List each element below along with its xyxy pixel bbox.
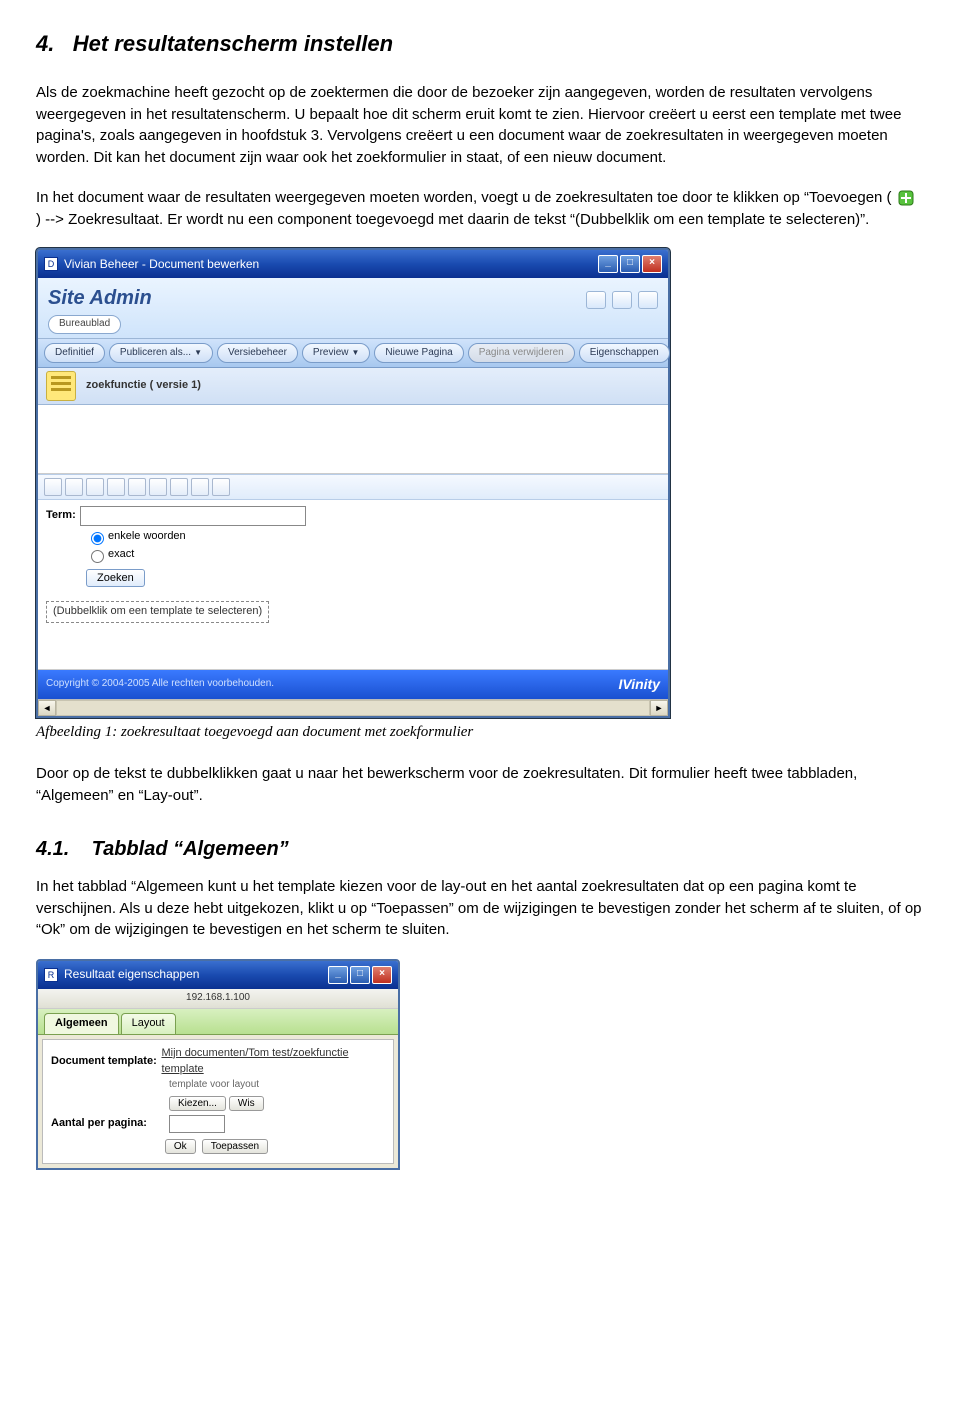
win2-maximize-button[interactable]: □ xyxy=(350,966,370,984)
pagina-verwijderen-button[interactable]: Pagina verwijderen xyxy=(468,343,575,364)
window2-title: Resultaat eigenschappen xyxy=(64,966,199,983)
doc-template-sub: template voor layout xyxy=(169,1078,385,1093)
radio-enkele-label: enkele woorden xyxy=(108,529,186,545)
user-icon[interactable] xyxy=(586,291,606,309)
search-form: Term: enkele woorden exact Zoeken (Dubbe… xyxy=(38,500,668,633)
rte-moveup-icon[interactable] xyxy=(128,478,146,496)
doc-template-label: Document template: xyxy=(51,1054,161,1070)
main-toolbar: Definitief Publiceren als...▼ Versiebehe… xyxy=(38,339,668,369)
admin-header: Site Admin Bureaublad xyxy=(38,278,668,339)
aantal-input[interactable] xyxy=(169,1115,225,1133)
canvas-top xyxy=(38,405,668,474)
rte-undo-icon[interactable] xyxy=(86,478,104,496)
canvas-bottom xyxy=(38,633,668,670)
screenshot-vivian-beheer: D Vivian Beheer - Document bewerken _ □ … xyxy=(36,248,670,717)
rte-add-icon[interactable] xyxy=(44,478,62,496)
window2-titlebar: R Resultaat eigenschappen _ □ × xyxy=(38,961,398,989)
win2-minimize-button[interactable]: _ xyxy=(328,966,348,984)
address-bar: 192.168.1.100 xyxy=(38,989,398,1009)
kiezen-button[interactable]: Kiezen... xyxy=(169,1096,226,1111)
close-button[interactable]: × xyxy=(642,255,662,273)
subsection-number: 4.1. xyxy=(36,838,69,860)
plus-icon xyxy=(898,190,914,206)
subsection-title-text: Tabblad “Algemeen” xyxy=(92,838,289,860)
document-tab-label[interactable]: zoekfunctie ( versie 1) xyxy=(86,378,201,394)
doc-template-value: Mijn documenten/Tom test/zoekfunctie tem… xyxy=(161,1046,379,1078)
tab-layout[interactable]: Layout xyxy=(121,1013,176,1034)
document-tab-bar: zoekfunctie ( versie 1) xyxy=(38,368,668,405)
toepassen-button[interactable]: Toepassen xyxy=(202,1139,268,1154)
section-number: 4. xyxy=(36,31,54,56)
paragraph-2b: ) --> Zoekresultaat. Er wordt nu een com… xyxy=(36,211,869,228)
term-input[interactable] xyxy=(80,506,306,526)
window-titlebar: D Vivian Beheer - Document bewerken _ □ … xyxy=(38,250,668,278)
radio-enkele-woorden[interactable] xyxy=(91,532,104,545)
paragraph-2a: In het document waar de resultaten weerg… xyxy=(36,189,892,206)
properties-panel: Document template: Mijn documenten/Tom t… xyxy=(42,1039,394,1164)
tabstrip: Algemeen Layout xyxy=(38,1009,398,1035)
help-icon[interactable] xyxy=(638,291,658,309)
term-label: Term: xyxy=(46,508,76,524)
scroll-left-button[interactable]: ◄ xyxy=(38,700,56,716)
subsection-heading: 4.1. Tabblad “Algemeen” xyxy=(36,835,924,864)
eigenschappen-button[interactable]: Eigenschappen xyxy=(579,343,670,364)
editor-toolbar xyxy=(38,474,668,500)
scroll-right-button[interactable]: ► xyxy=(650,700,668,716)
paragraph-3: Door op de tekst te dubbelklikken gaat u… xyxy=(36,763,924,807)
definitief-button[interactable]: Definitief xyxy=(44,343,105,364)
minimize-button[interactable]: _ xyxy=(598,255,618,273)
maximize-button[interactable]: □ xyxy=(620,255,640,273)
app-icon: D xyxy=(44,257,58,271)
window-title: Vivian Beheer - Document bewerken xyxy=(64,256,259,273)
rte-remove-icon[interactable] xyxy=(65,478,83,496)
screenshot-resultaat-eigenschappen: R Resultaat eigenschappen _ □ × 192.168.… xyxy=(36,959,400,1170)
copyright-text: Copyright © 2004-2005 Alle rechten voorb… xyxy=(46,677,274,692)
rte-view-icon[interactable] xyxy=(191,478,209,496)
preview-button[interactable]: Preview▼ xyxy=(302,343,371,364)
paragraph-4: In het tabblad “Algemeen kunt u het temp… xyxy=(36,876,924,941)
site-admin-logo: Site Admin xyxy=(48,284,658,313)
tab-algemeen[interactable]: Algemeen xyxy=(44,1013,119,1034)
mail-icon[interactable] xyxy=(612,291,632,309)
rte-props-icon[interactable] xyxy=(170,478,188,496)
nieuwe-pagina-button[interactable]: Nieuwe Pagina xyxy=(374,343,463,364)
paragraph-1: Als de zoekmachine heeft gezocht op de z… xyxy=(36,82,924,169)
versiebeheer-button[interactable]: Versiebeheer xyxy=(217,343,298,364)
section-heading: 4. Het resultatenscherm instellen xyxy=(36,28,924,60)
footer-bar: Copyright © 2004-2005 Alle rechten voorb… xyxy=(38,670,668,698)
win2-close-button[interactable]: × xyxy=(372,966,392,984)
dblclick-placeholder[interactable]: (Dubbelklik om een template te selectere… xyxy=(46,601,269,623)
breadcrumb[interactable]: Bureaublad xyxy=(48,315,121,334)
app2-icon: R xyxy=(44,968,58,982)
horizontal-scrollbar[interactable]: ◄ ► xyxy=(38,699,668,716)
radio-exact[interactable] xyxy=(91,550,104,563)
aantal-label: Aantal per pagina: xyxy=(51,1116,169,1132)
scroll-track[interactable] xyxy=(56,700,650,716)
note-icon xyxy=(46,371,76,401)
rte-extra-icon[interactable] xyxy=(212,478,230,496)
rte-movedown-icon[interactable] xyxy=(149,478,167,496)
rte-redo-icon[interactable] xyxy=(107,478,125,496)
publiceren-button[interactable]: Publiceren als...▼ xyxy=(109,343,213,364)
radio-exact-label: exact xyxy=(108,547,134,563)
figure-caption-1: Afbeelding 1: zoekresultaat toegevoegd a… xyxy=(36,722,924,744)
section-title-text: Het resultatenscherm instellen xyxy=(73,31,393,56)
ok-button[interactable]: Ok xyxy=(165,1139,196,1154)
zoeken-button[interactable]: Zoeken xyxy=(86,569,145,587)
wis-button[interactable]: Wis xyxy=(229,1096,264,1111)
paragraph-2: In het document waar de resultaten weerg… xyxy=(36,187,924,231)
ivinity-logo: IVinity xyxy=(619,674,661,694)
